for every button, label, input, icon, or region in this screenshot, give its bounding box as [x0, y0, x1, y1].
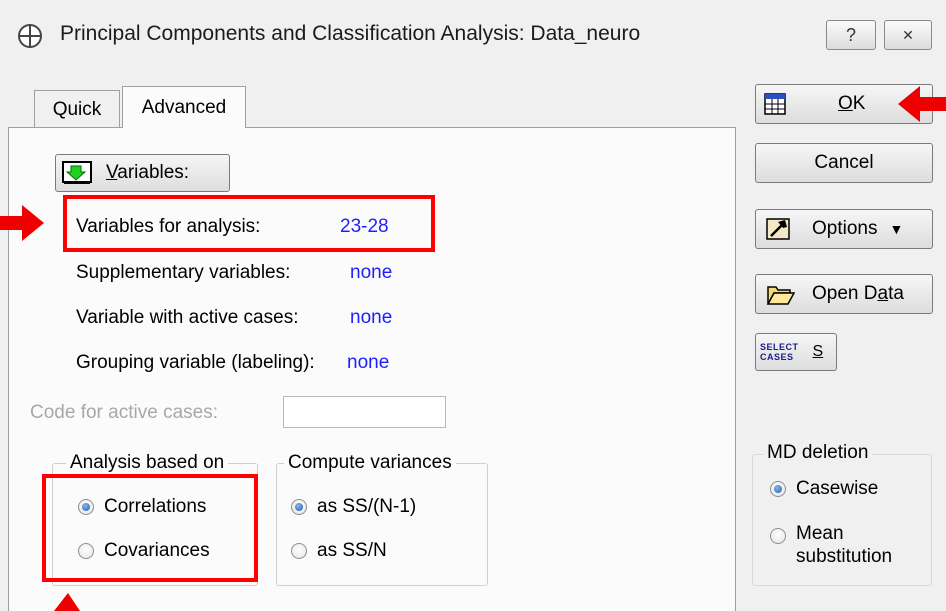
red-arrow-left-icon — [898, 86, 946, 122]
help-icon: ? — [845, 24, 856, 45]
compute-variances-group — [276, 463, 488, 586]
chevron-down-icon: ▼ — [889, 221, 904, 237]
ok-button-label: K — [852, 93, 866, 114]
tab-quick-label: Quick — [52, 98, 102, 120]
open-data-mnemonic: a — [877, 283, 889, 304]
variable-active-cases-value[interactable]: none — [350, 307, 392, 329]
variable-active-cases-label: Variable with active cases: — [76, 307, 299, 328]
highlight-box-variables — [63, 195, 435, 252]
open-data-button[interactable]: Open Data — [755, 274, 933, 314]
variables-button-label: ariables: — [117, 162, 190, 183]
radio-mean-substitution[interactable] — [770, 528, 786, 544]
code-active-cases-label: Code for active cases: — [30, 402, 218, 423]
options-button[interactable]: Options ▼ — [755, 209, 933, 249]
ok-mnemonic: O — [838, 93, 853, 114]
close-icon: ✕ — [902, 26, 914, 43]
open-data-label-post: ta — [888, 283, 904, 304]
tab-quick[interactable]: Quick — [34, 90, 120, 128]
tab-advanced-label: Advanced — [141, 96, 227, 118]
compute-variances-legend: Compute variances — [284, 452, 456, 474]
variables-mnemonic: V — [106, 162, 118, 183]
md-deletion-legend: MD deletion — [763, 442, 873, 464]
select-cases-label: S — [812, 343, 824, 360]
close-button[interactable]: ✕ — [884, 20, 932, 50]
select-cases-button[interactable]: SELECT CASES S — [755, 333, 837, 371]
variables-icon — [62, 161, 92, 184]
supplementary-variables-value[interactable]: none — [350, 262, 392, 284]
cancel-button[interactable]: Cancel — [755, 143, 933, 183]
grouping-variable-label: Grouping variable (labeling): — [76, 352, 315, 373]
code-active-cases-input[interactable] — [283, 396, 446, 428]
cancel-button-label: Cancel — [814, 152, 874, 173]
folder-open-icon — [766, 286, 796, 305]
mean-label-line1: Mean — [796, 523, 844, 544]
hammer-icon — [766, 218, 790, 240]
highlight-box-analysis — [42, 474, 258, 582]
radio-ss-n-minus-1[interactable] — [291, 499, 307, 515]
radio-casewise-label[interactable]: Casewise — [796, 478, 878, 500]
tab-advanced[interactable]: Advanced — [122, 86, 246, 128]
spreadsheet-icon — [764, 93, 786, 115]
red-arrow-up-icon — [54, 593, 80, 611]
open-data-label-pre: Open D — [812, 283, 878, 304]
radio-casewise[interactable] — [770, 481, 786, 497]
red-arrow-right-icon — [0, 205, 44, 241]
window-title: Principal Components and Classification … — [60, 22, 641, 45]
grouping-variable-value[interactable]: none — [347, 352, 389, 374]
radio-ss-n-label[interactable]: as SS/N — [317, 540, 387, 562]
radio-ss-n-minus-1-label[interactable]: as SS/(N-1) — [317, 496, 416, 518]
mean-label-line2: substitution — [796, 546, 893, 567]
help-button[interactable]: ? — [826, 20, 876, 50]
radio-mean-substitution-label[interactable]: Mean substitution — [796, 522, 892, 568]
app-icon — [18, 24, 42, 48]
options-button-label: Options — [812, 218, 878, 239]
supplementary-variables-label: Supplementary variables: — [76, 262, 291, 283]
variables-button[interactable]: Variables: — [55, 154, 230, 192]
select-cases-icon: SELECT CASES — [760, 342, 799, 362]
radio-ss-n[interactable] — [291, 543, 307, 559]
analysis-based-on-legend: Analysis based on — [66, 452, 229, 474]
